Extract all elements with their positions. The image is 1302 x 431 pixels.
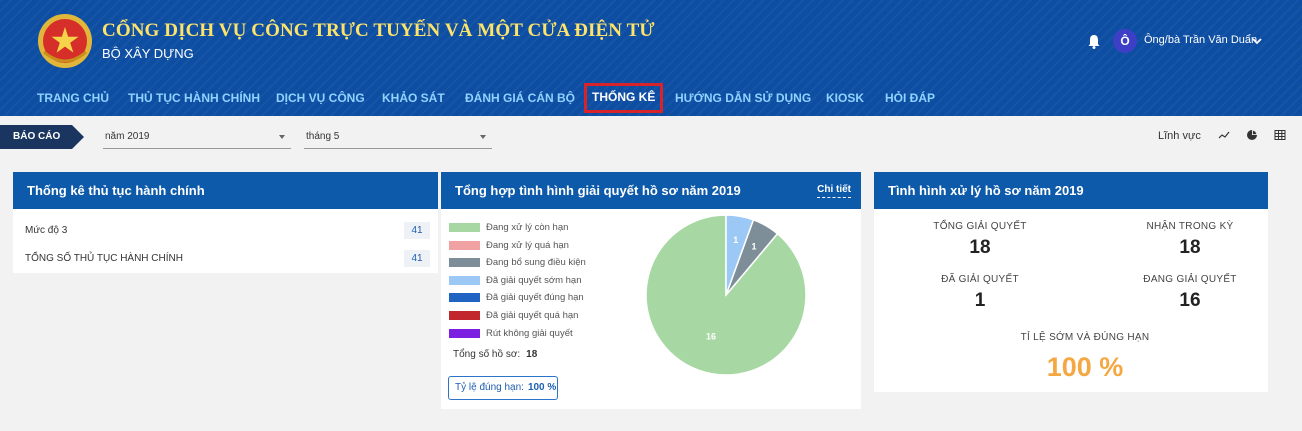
legend-swatch	[449, 311, 480, 320]
pie-data-label: 16	[706, 331, 716, 341]
legend-label: Rút không giải quyết	[486, 327, 573, 339]
site-subtitle: BỘ XÂY DỰNG	[102, 46, 194, 61]
user-name[interactable]: Ông/bà Trần Văn Duẩn	[1144, 34, 1257, 46]
legend-swatch	[449, 223, 480, 232]
nav-item-statistics[interactable]: THỐNG KÊ	[584, 83, 664, 113]
filter-bar: BÁO CÁO năm 2019 tháng 5 Lĩnh vực	[0, 119, 1302, 151]
stat-total-resolved: TỔNG GIẢI QUYẾT 18	[905, 221, 1055, 259]
pie-chart-icon[interactable]	[1246, 129, 1258, 141]
early-ontime-rate-label: TỈ LỆ SỚM VÀ ĐÚNG HẠN	[1020, 332, 1150, 343]
processing-panel-title: Tình hình xử lý hồ sơ năm 2019	[874, 172, 1268, 209]
total-records-value: 18	[526, 349, 538, 360]
stat-value: 16	[1179, 290, 1201, 311]
caret-down-icon	[480, 135, 486, 139]
nav-item-survey[interactable]: KHẢO SÁT	[382, 84, 445, 112]
nav-item-public-services[interactable]: DỊCH VỤ CÔNG	[276, 84, 365, 112]
detail-link[interactable]: Chi tiết	[817, 183, 851, 198]
nav-item-kiosk[interactable]: KIOSK	[826, 84, 864, 112]
month-select-value: tháng 5	[306, 131, 340, 142]
on-time-rate-value: 100 %	[527, 382, 557, 393]
line-chart-icon[interactable]	[1218, 129, 1230, 141]
procedures-panel-title: Thống kê thủ tục hành chính	[13, 172, 438, 209]
summary-panel-title: Tổng hợp tình hình giải quyết hồ sơ năm …	[455, 183, 741, 198]
row-label: TỔNG SỐ THỦ TỤC HÀNH CHÍNH	[25, 253, 183, 264]
legend-label: Đang xử lý quá hạn	[486, 239, 569, 251]
procedures-panel: Thống kê thủ tục hành chính Mức độ 3 41 …	[13, 172, 438, 273]
legend-label: Đang xử lý còn hạn	[486, 222, 569, 233]
stat-label: TỔNG GIẢI QUYẾT	[933, 221, 1027, 232]
field-filter[interactable]: Lĩnh vực	[1158, 130, 1201, 142]
legend-label: Đã giải quyết đúng hạn	[486, 292, 584, 304]
main-nav: TRANG CHỦ THỦ TỤC HÀNH CHÍNH DỊCH VỤ CÔN…	[0, 83, 1302, 113]
summary-panel-header: Tổng hợp tình hình giải quyết hồ sơ năm …	[441, 172, 861, 209]
national-emblem	[38, 14, 92, 68]
table-row: TỔNG SỐ THỦ TỤC HÀNH CHÍNH 41	[13, 247, 438, 271]
legend-label: Đã giải quyết sớm hạn	[486, 274, 582, 286]
on-time-rate-label: Tỷ lệ đúng hạn:	[455, 382, 524, 393]
chevron-down-icon[interactable]	[1252, 37, 1262, 45]
early-ontime-rate-value: 100 %	[1046, 352, 1124, 382]
table-row: Mức độ 3 41	[13, 219, 438, 243]
legend-swatch	[449, 240, 480, 250]
nav-item-staff-evaluation[interactable]: ĐÁNH GIÁ CÁN BỘ	[465, 84, 575, 112]
stat-received: NHẬN TRONG KỲ 18	[1115, 221, 1265, 259]
pie-data-label: 1	[733, 235, 738, 245]
nav-item-procedures[interactable]: THỦ TỤC HÀNH CHÍNH	[128, 84, 260, 112]
bell-icon[interactable]	[1087, 34, 1101, 49]
nav-item-user-guide[interactable]: HƯỚNG DẪN SỬ DỤNG	[675, 84, 811, 112]
summary-panel: Tổng hợp tình hình giải quyết hồ sơ năm …	[441, 172, 861, 409]
year-select-value: năm 2019	[105, 131, 150, 142]
total-records-label: Tổng số hồ sơ:	[453, 349, 521, 360]
site-title: CỔNG DỊCH VỤ CÔNG TRỰC TUYẾN VÀ MỘT CỬA …	[102, 20, 655, 41]
count-badge: 41	[404, 222, 430, 239]
stat-in-progress: ĐANG GIẢI QUYẾT 16	[1115, 274, 1265, 312]
year-select[interactable]: năm 2019	[103, 125, 291, 149]
row-label: Mức độ 3	[25, 225, 68, 236]
avatar[interactable]: Ô	[1113, 29, 1137, 53]
count-badge: 41	[404, 250, 430, 267]
total-records: Tổng số hồ sơ: 18	[453, 349, 537, 360]
nav-item-faq[interactable]: HỎI ĐÁP	[885, 84, 935, 112]
month-select[interactable]: tháng 5	[304, 125, 492, 149]
report-label: BÁO CÁO	[0, 125, 84, 149]
stat-value: 1	[974, 290, 986, 311]
stat-label: ĐANG GIẢI QUYẾT	[1143, 274, 1237, 285]
legend-swatch	[449, 275, 480, 285]
status-pie-chart: 1611	[645, 214, 807, 376]
stat-value: 18	[1179, 237, 1201, 258]
legend-swatch	[449, 293, 480, 303]
legend-swatch	[449, 258, 480, 268]
legend-swatch	[449, 328, 480, 338]
table-icon[interactable]	[1274, 129, 1286, 141]
legend-label: Đã giải quyết quá hạn	[486, 310, 579, 321]
pie-data-label: 1	[751, 242, 756, 252]
stat-value: 18	[969, 237, 991, 258]
site-header: CỔNG DỊCH VỤ CÔNG TRỰC TUYẾN VÀ MỘT CỬA …	[0, 0, 1302, 116]
stat-label: NHẬN TRONG KỲ	[1146, 221, 1234, 232]
stat-label: ĐÃ GIẢI QUYẾT	[941, 274, 1019, 285]
nav-item-home[interactable]: TRANG CHỦ	[37, 84, 109, 112]
stat-resolved: ĐÃ GIẢI QUYẾT 1	[905, 274, 1055, 312]
legend-label: Đang bổ sung điều kiện	[486, 257, 586, 269]
on-time-rate-badge: Tỷ lệ đúng hạn: 100 %	[448, 376, 558, 400]
caret-down-icon	[279, 135, 285, 139]
